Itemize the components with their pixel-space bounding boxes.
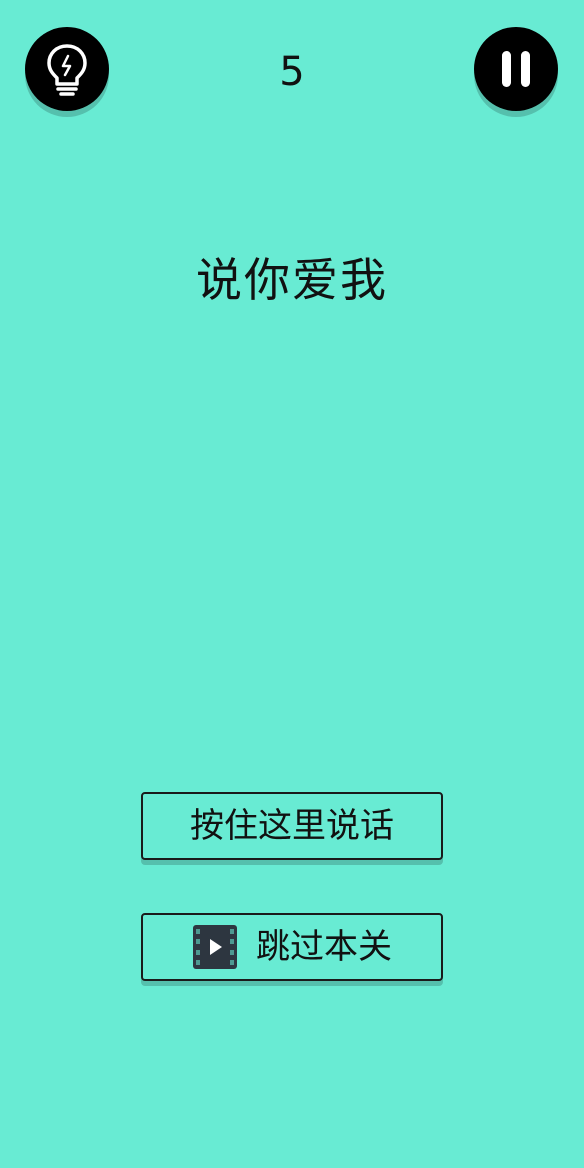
hint-button[interactable]	[25, 27, 109, 111]
hold-to-speak-label: 按住这里说话	[190, 806, 394, 846]
pause-icon	[502, 51, 530, 87]
level-prompt: 说你爱我	[196, 253, 388, 307]
skip-level-button[interactable]: 跳过本关	[141, 913, 443, 981]
skip-level-label: 跳过本关	[256, 927, 392, 967]
hold-to-speak-button[interactable]: 按住这里说话	[141, 792, 443, 860]
video-play-icon	[193, 925, 237, 969]
lightbulb-icon	[47, 44, 87, 96]
pause-button[interactable]	[474, 27, 558, 111]
level-number: 5	[279, 49, 305, 95]
game-screen: 5 说你爱我 按住这里说话 跳过本关	[0, 0, 584, 1168]
